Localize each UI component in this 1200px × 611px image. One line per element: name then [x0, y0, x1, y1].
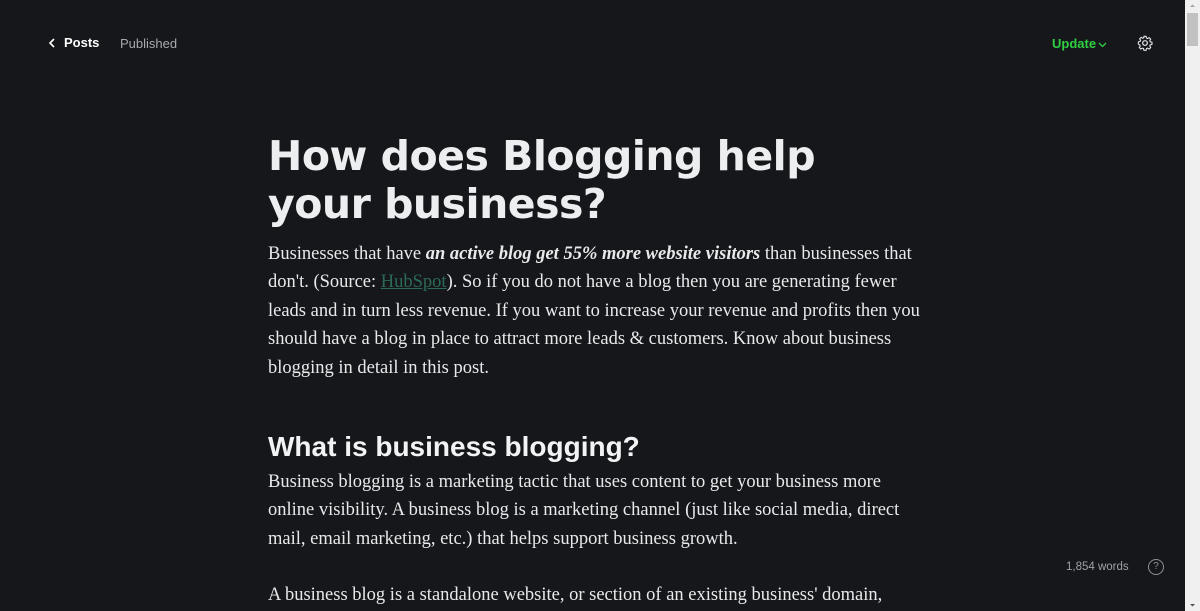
question-circle-icon[interactable]: ?: [1148, 559, 1164, 575]
intro-emphasis: an active blog get 55% more website visi…: [425, 244, 761, 264]
intro-paragraph[interactable]: Businesses that have an active blog get …: [268, 240, 928, 382]
gear-icon[interactable]: [1137, 35, 1153, 51]
post-editor-content[interactable]: How does Blogging help your business? Bu…: [268, 132, 928, 610]
section-paragraph[interactable]: Business blogging is a marketing tactic …: [268, 468, 928, 553]
post-status: Published: [120, 36, 178, 51]
hubspot-link[interactable]: HubSpot: [381, 272, 447, 292]
chevron-left-icon: [48, 37, 55, 48]
intro-text-before: Businesses that have: [268, 244, 426, 264]
back-label: Posts: [64, 35, 100, 50]
scrollbar-thumb[interactable]: [1187, 13, 1198, 46]
back-to-posts-link[interactable]: Posts: [48, 35, 99, 50]
word-count: 1,854 words: [1066, 561, 1129, 573]
scroll-down-arrow-icon[interactable]: [1185, 599, 1200, 611]
post-title[interactable]: How does Blogging help your business?: [268, 132, 928, 228]
chevron-down-icon: [1098, 42, 1107, 47]
scroll-up-arrow-icon[interactable]: [1185, 0, 1200, 12]
editor-header: Posts Published Update: [0, 0, 1185, 86]
section-heading[interactable]: What is business blogging?: [268, 430, 928, 464]
vertical-scrollbar[interactable]: [1185, 0, 1200, 611]
section-paragraph[interactable]: A business blog is a standalone website,…: [268, 581, 928, 609]
update-label: Update: [1052, 36, 1097, 51]
update-button[interactable]: Update: [1052, 36, 1107, 51]
